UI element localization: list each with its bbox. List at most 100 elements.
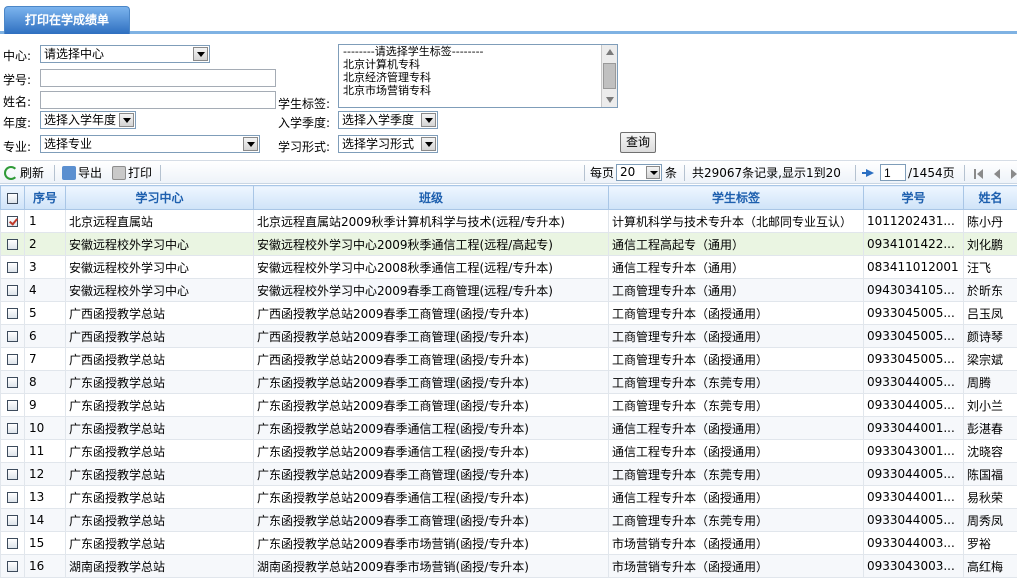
chevron-down-icon[interactable] xyxy=(646,166,660,179)
row-checkbox[interactable] xyxy=(7,423,18,434)
row-checkbox[interactable] xyxy=(7,492,18,503)
row-checkbox[interactable] xyxy=(7,239,18,250)
tag-option[interactable]: 北京市场营销专科 xyxy=(339,84,617,97)
per-page-select[interactable]: 20 xyxy=(616,164,662,181)
row-student-id: 0933044005... xyxy=(863,370,964,394)
row-no: 3 xyxy=(24,255,66,279)
chevron-down-icon[interactable] xyxy=(119,113,134,127)
row-checkbox[interactable] xyxy=(7,354,18,365)
row-checkbox-cell[interactable] xyxy=(0,209,25,233)
row-checkbox-cell[interactable] xyxy=(0,324,25,348)
row-checkbox-cell[interactable] xyxy=(0,416,25,440)
row-checkbox[interactable] xyxy=(7,538,18,549)
grid-body: 1 北京远程直属站 北京远程直属站2009秋季计算机科学与技术(远程/专升本) 计算机… xyxy=(0,209,1017,578)
column-header-center[interactable]: 学习中心 xyxy=(65,185,254,210)
page-input[interactable] xyxy=(880,164,906,181)
chevron-down-icon[interactable] xyxy=(243,137,258,151)
row-checkbox[interactable] xyxy=(7,308,18,319)
row-checkbox-cell[interactable] xyxy=(0,485,25,509)
column-header-student-id[interactable]: 学号 xyxy=(863,185,964,210)
row-class: 安徽远程校外学习中心2009秋季通信工程(远程/高起专) xyxy=(253,232,609,256)
column-header-tag[interactable]: 学生标签 xyxy=(608,185,864,210)
tag-option[interactable]: 北京经济管理专科 xyxy=(339,71,617,84)
scroll-thumb[interactable] xyxy=(603,63,616,89)
table-row[interactable]: 1 北京远程直属站 北京远程直属站2009秋季计算机科学与技术(远程/专升本) 计算机… xyxy=(0,209,1017,233)
row-checkbox-cell[interactable] xyxy=(0,439,25,463)
center-select[interactable]: 请选择中心 xyxy=(40,45,210,63)
row-class: 广东函授教学总站2009春季工商管理(函授/专升本) xyxy=(253,508,609,532)
select-all-checkbox[interactable] xyxy=(7,192,18,204)
student-id-input[interactable] xyxy=(40,69,276,87)
row-checkbox-cell[interactable] xyxy=(0,232,25,256)
next-page-icon[interactable] xyxy=(1011,169,1017,179)
row-class: 广东函授教学总站2009春季通信工程(函授/专升本) xyxy=(253,416,609,440)
row-checkbox-cell[interactable] xyxy=(0,393,25,417)
row-checkbox-cell[interactable] xyxy=(0,255,25,279)
column-header-no[interactable]: 序号 xyxy=(24,185,66,210)
chevron-down-icon[interactable] xyxy=(193,47,208,61)
table-row[interactable]: 2 安徽远程校外学习中心 安徽远程校外学习中心2009秋季通信工程(远程/高起专) 通… xyxy=(0,232,1017,256)
chevron-down-icon[interactable] xyxy=(421,137,436,151)
prev-page-icon[interactable] xyxy=(994,169,1000,179)
tag-option[interactable]: --------请选择学生标签-------- xyxy=(339,45,617,58)
first-page-icon[interactable] xyxy=(974,169,983,179)
row-checkbox-cell[interactable] xyxy=(0,278,25,302)
chevron-down-icon[interactable] xyxy=(421,113,436,127)
study-mode-select[interactable]: 选择学习形式 xyxy=(338,135,438,153)
tag-listbox[interactable]: --------请选择学生标签-------- 北京计算机专科 北京经济管理专科… xyxy=(338,44,618,108)
row-checkbox-cell[interactable] xyxy=(0,554,25,578)
table-row[interactable]: 10 广东函授教学总站 广东函授教学总站2009春季通信工程(函授/专升本) 通信工程… xyxy=(0,416,1017,440)
scroll-up-icon[interactable] xyxy=(606,49,614,55)
row-checkbox[interactable] xyxy=(7,515,18,526)
table-row[interactable]: 8 广东函授教学总站 广东函授教学总站2009春季工商管理(函授/专升本) 工商管理专… xyxy=(0,370,1017,394)
row-checkbox[interactable] xyxy=(7,262,18,273)
row-checkbox[interactable] xyxy=(7,400,18,411)
row-checkbox-cell[interactable] xyxy=(0,508,25,532)
go-page-icon[interactable] xyxy=(862,169,874,177)
table-row[interactable]: 4 安徽远程校外学习中心 安徽远程校外学习中心2009春季工商管理(远程/专升本) 工… xyxy=(0,278,1017,302)
print-button[interactable]: 打印 xyxy=(112,165,152,181)
season-select[interactable]: 选择入学季度 xyxy=(338,111,438,129)
table-row[interactable]: 11 广东函授教学总站 广东函授教学总站2009春季通信工程(函授/专升本) 通信工程… xyxy=(0,439,1017,463)
table-row[interactable]: 5 广西函授教学总站 广西函授教学总站2009春季工商管理(函授/专升本) 工商管理专… xyxy=(0,301,1017,325)
major-select[interactable]: 选择专业 xyxy=(40,135,260,153)
table-row[interactable]: 16 湖南函授教学总站 湖南函授教学总站2009春季市场营销(函授/专升本) 市场营销… xyxy=(0,554,1017,578)
row-checkbox-cell[interactable] xyxy=(0,301,25,325)
row-checkbox[interactable] xyxy=(7,377,18,388)
table-row[interactable]: 7 广西函授教学总站 广西函授教学总站2009春季工商管理(函授/专升本) 工商管理专… xyxy=(0,347,1017,371)
row-name: 彭湛春 xyxy=(963,416,1017,440)
toolbar-divider xyxy=(54,165,55,181)
row-checkbox[interactable] xyxy=(7,216,18,227)
table-row[interactable]: 9 广东函授教学总站 广东函授教学总站2009春季工商管理(函授/专升本) 工商管理专… xyxy=(0,393,1017,417)
column-header-name[interactable]: 姓名 xyxy=(963,185,1017,210)
table-row[interactable]: 3 安徽远程校外学习中心 安徽远程校外学习中心2008秋季通信工程(远程/专升本) 通… xyxy=(0,255,1017,279)
row-checkbox[interactable] xyxy=(7,561,18,572)
table-row[interactable]: 13 广东函授教学总站 广东函授教学总站2009春季通信工程(函授/专升本) 通信工程… xyxy=(0,485,1017,509)
select-all-checkbox-cell[interactable] xyxy=(0,185,25,210)
table-row[interactable]: 14 广东函授教学总站 广东函授教学总站2009春季工商管理(函授/专升本) 工商管理… xyxy=(0,508,1017,532)
row-checkbox-cell[interactable] xyxy=(0,370,25,394)
row-tag: 通信工程专升本（函授通用） xyxy=(608,439,864,463)
row-checkbox[interactable] xyxy=(7,469,18,480)
row-checkbox[interactable] xyxy=(7,446,18,457)
row-checkbox-cell[interactable] xyxy=(0,531,25,555)
row-no: 13 xyxy=(24,485,66,509)
tab-print-transcript[interactable]: 打印在学成绩单 xyxy=(4,6,130,34)
query-button[interactable]: 查询 xyxy=(620,132,656,153)
column-header-class[interactable]: 班级 xyxy=(253,185,609,210)
row-checkbox[interactable] xyxy=(7,331,18,342)
name-input[interactable] xyxy=(40,91,276,109)
row-checkbox-cell[interactable] xyxy=(0,462,25,486)
print-label: 打印 xyxy=(128,166,153,180)
table-row[interactable]: 15 广东函授教学总站 广东函授教学总站2009春季市场营销(函授/专升本) 市场营销… xyxy=(0,531,1017,555)
table-row[interactable]: 12 广东函授教学总站 广东函授教学总站2009春季工商管理(函授/专升本) 工商管理… xyxy=(0,462,1017,486)
export-button[interactable]: 导出 xyxy=(62,165,102,181)
row-checkbox[interactable] xyxy=(7,285,18,296)
year-select[interactable]: 选择入学年度 xyxy=(40,111,136,129)
row-checkbox-cell[interactable] xyxy=(0,347,25,371)
refresh-button[interactable]: 刷新 xyxy=(4,165,44,181)
table-row[interactable]: 6 广西函授教学总站 广西函授教学总站2009春季工商管理(函授/专升本) 工商管理专… xyxy=(0,324,1017,348)
tag-option[interactable]: 北京计算机专科 xyxy=(339,58,617,71)
tag-listbox-scrollbar[interactable] xyxy=(601,45,617,107)
scroll-down-icon[interactable] xyxy=(606,97,614,103)
